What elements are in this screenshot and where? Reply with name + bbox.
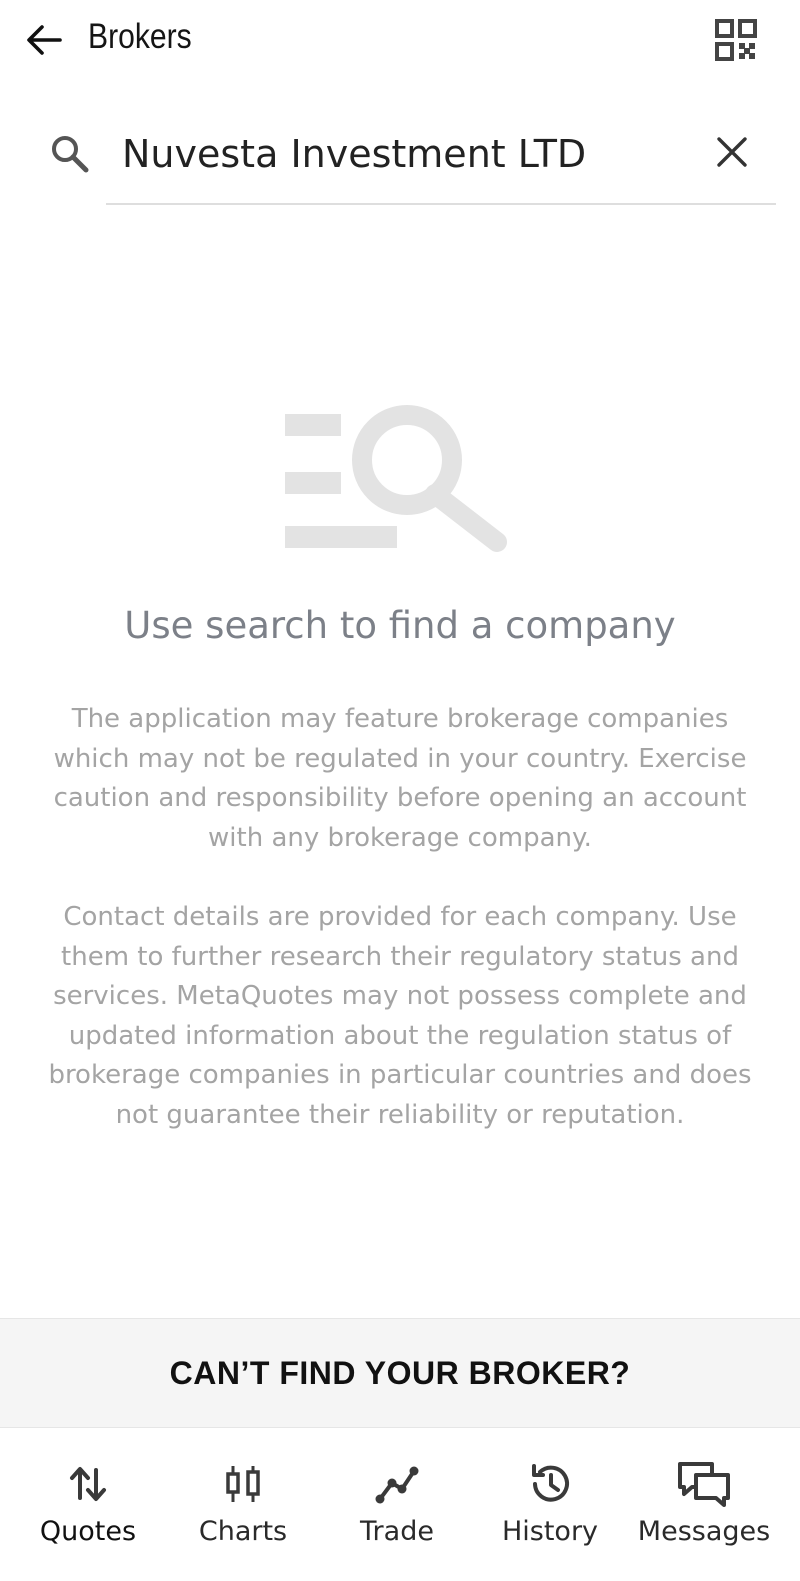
cant-find-broker-label: CAN’T FIND YOUR BROKER? <box>169 1354 631 1391</box>
nav-item-quotes[interactable]: Quotes <box>8 1428 168 1581</box>
nav-label: Quotes <box>39 1516 137 1547</box>
arrow-left-icon <box>27 25 62 55</box>
back-button[interactable] <box>18 14 70 66</box>
history-clock-icon <box>522 1456 578 1512</box>
nav-label: Messages <box>637 1516 771 1547</box>
nav-label: History <box>501 1516 599 1547</box>
search-underline <box>106 203 776 205</box>
search-input[interactable] <box>122 122 682 186</box>
contact-details-disclaimer: Contact details are provided for each co… <box>48 902 752 1130</box>
bottom-navigation: Quotes Charts Trade History Messages <box>0 1428 800 1581</box>
quotes-arrows-icon <box>60 1456 116 1512</box>
candlestick-icon <box>215 1456 271 1512</box>
nav-item-messages[interactable]: Messages <box>624 1428 784 1581</box>
qr-code-icon <box>715 19 757 61</box>
search-list-illustration <box>285 405 507 552</box>
nav-item-trade[interactable]: Trade <box>317 1428 477 1581</box>
regulation-disclaimer: The application may feature brokerage co… <box>53 704 747 853</box>
nav-label: Trade <box>360 1516 434 1547</box>
empty-state-title: Use search to find a company <box>124 604 676 647</box>
nav-item-history[interactable]: History <box>470 1428 630 1581</box>
nav-label: Charts <box>198 1516 288 1547</box>
cant-find-broker-button[interactable]: CAN’T FIND YOUR BROKER? <box>0 1318 800 1428</box>
qr-scan-button[interactable] <box>712 16 760 64</box>
clear-search-button[interactable] <box>708 128 756 176</box>
trade-line-icon <box>369 1456 425 1512</box>
close-icon <box>717 137 747 167</box>
messages-chat-icon <box>676 1456 732 1512</box>
search-icon <box>46 130 94 178</box>
page-title: Brokers <box>88 17 192 56</box>
nav-item-charts[interactable]: Charts <box>163 1428 323 1581</box>
